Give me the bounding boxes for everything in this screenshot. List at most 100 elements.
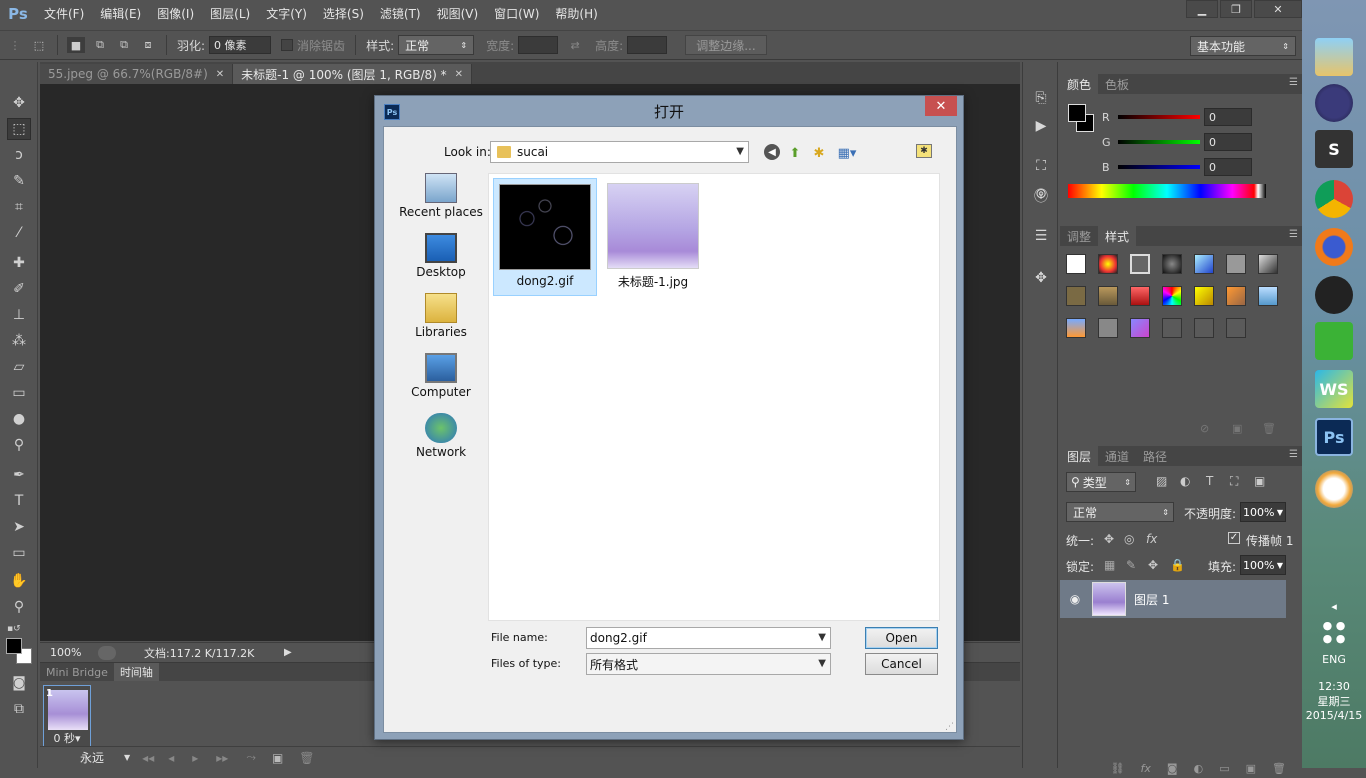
close-button[interactable]: ✕ (1254, 0, 1302, 18)
delete-frame-icon[interactable]: 🗑 (299, 751, 314, 765)
red-value[interactable]: 0 (1204, 108, 1252, 126)
brushes-icon[interactable]: ✥ (1030, 268, 1052, 288)
dialog-titlebar[interactable]: Ps 打开 ✕ (375, 96, 963, 126)
play-icon[interactable]: ▸ (192, 751, 198, 765)
menu-select[interactable]: 选择(S) (315, 0, 372, 28)
add-mask-icon[interactable]: ◙ (1167, 762, 1178, 775)
clock-weekday[interactable]: 星期三 (1302, 693, 1366, 709)
filter-smart-icon[interactable]: ▣ (1254, 474, 1265, 488)
adjustment-layer-icon[interactable]: ◐ (1194, 762, 1204, 775)
style-swatch[interactable] (1194, 318, 1214, 338)
delete-style-icon[interactable]: 🗑 (1262, 422, 1276, 435)
clock-date[interactable]: 2015/4/15 (1302, 709, 1366, 722)
tab-color[interactable]: 颜色 (1060, 74, 1099, 94)
language-indicator[interactable]: ENG (1302, 653, 1366, 666)
red-slider[interactable] (1118, 115, 1200, 119)
menu-window[interactable]: 窗口(W) (486, 0, 547, 28)
place-computer[interactable]: Computer (398, 353, 484, 399)
eraser-tool-icon[interactable]: ▱ (7, 356, 31, 378)
delete-layer-icon[interactable]: 🗑 (1272, 762, 1286, 775)
status-icon[interactable] (98, 645, 116, 660)
menu-help[interactable]: 帮助(H) (547, 0, 605, 28)
green-value[interactable]: 0 (1204, 133, 1252, 151)
style-swatch[interactable] (1194, 286, 1214, 306)
tab-layers[interactable]: 图层 (1060, 446, 1099, 466)
layer-style-icon[interactable]: fx (1141, 762, 1151, 775)
first-frame-icon[interactable]: ◂◂ (142, 751, 154, 765)
status-arrow-icon[interactable]: ▶ (284, 647, 292, 658)
style-swatch[interactable] (1258, 254, 1278, 274)
style-swatch[interactable] (1194, 254, 1214, 274)
menu-image[interactable]: 图像(I) (149, 0, 202, 28)
file-name-input[interactable]: dong2.gif ▼ (586, 627, 831, 649)
feather-input[interactable]: 0 像素 (209, 36, 272, 54)
style-swatch[interactable] (1066, 318, 1086, 338)
file-list[interactable]: dong2.gif 未标题-1.jpg (488, 173, 940, 621)
link-layers-icon[interactable]: ⛓ (1111, 762, 1125, 775)
lock-position-icon[interactable]: ✥ (1148, 558, 1158, 572)
zoom-tool-icon[interactable]: ⚲ (7, 596, 31, 618)
close-icon[interactable]: ✕ (216, 69, 224, 80)
file-item[interactable]: 未标题-1.jpg (601, 178, 705, 296)
prev-frame-icon[interactable]: ◂ (168, 751, 174, 765)
foreground-color-swatch[interactable] (6, 638, 22, 654)
lock-all-icon[interactable]: 🔒 (1170, 558, 1185, 572)
blue-value[interactable]: 0 (1204, 158, 1252, 176)
tool-presets-icon[interactable]: ⛶ (1030, 156, 1052, 176)
layer-filter-select[interactable]: ⚲ 类型 ⇕ (1066, 472, 1136, 492)
menu-file[interactable]: 文件(F) (36, 0, 92, 28)
quick-select-tool-icon[interactable]: ✎ (7, 170, 31, 192)
style-swatch[interactable] (1130, 286, 1150, 306)
opacity-input[interactable]: 100% ▼ (1240, 502, 1286, 522)
shape-tool-icon[interactable]: ▭ (7, 542, 31, 564)
qq-icon[interactable] (1315, 276, 1353, 314)
lasso-tool-icon[interactable]: ↄ (7, 144, 31, 166)
unify-style-icon[interactable]: fx (1146, 532, 1157, 546)
cancel-button[interactable]: Cancel (865, 653, 938, 675)
antialias-checkbox[interactable] (281, 39, 294, 51)
actions-play-icon[interactable]: ▶ (1030, 116, 1052, 136)
new-folder-icon[interactable]: ✱ (810, 144, 828, 162)
swap-icon[interactable]: ⇄ (566, 37, 584, 53)
marquee-preset-icon[interactable]: ⬚ (30, 37, 48, 53)
subtract-selection-icon[interactable]: ⧉ (115, 37, 133, 53)
place-desktop[interactable]: Desktop (398, 233, 484, 279)
minimize-button[interactable]: ▁ (1186, 0, 1218, 18)
doc-tab-untitled[interactable]: 未标题-1 @ 100% (图层 1, RGB/8) * ✕ (233, 64, 473, 84)
tween-icon[interactable]: ⤳ (246, 750, 256, 765)
fill-input[interactable]: 100% ▼ (1240, 555, 1286, 575)
blur-tool-icon[interactable]: ● (7, 408, 31, 430)
up-folder-icon[interactable]: ⬆ (786, 144, 804, 162)
panel-menu-icon[interactable]: ☰ (1289, 77, 1298, 88)
folder-shortcut-icon[interactable]: ✱ (916, 144, 932, 158)
new-style-icon[interactable]: ▣ (1232, 422, 1242, 435)
style-select[interactable]: 正常 ⇕ (398, 35, 475, 55)
quick-mask-icon[interactable]: ◙ (7, 672, 31, 694)
style-swatch[interactable] (1098, 318, 1118, 338)
history-icon[interactable]: ⎘ (1030, 88, 1052, 108)
style-swatch[interactable] (1258, 286, 1278, 306)
style-swatch[interactable] (1226, 286, 1246, 306)
place-libraries[interactable]: Libraries (398, 293, 484, 339)
marquee-tool-icon[interactable]: ⬚ (7, 118, 31, 140)
view-menu-icon[interactable]: ▦▾ (834, 144, 860, 162)
back-icon[interactable]: ◀ (764, 144, 780, 160)
tab-channels[interactable]: 通道 (1098, 446, 1136, 466)
frame-delay[interactable]: 0 秒▾ (44, 730, 90, 746)
tab-paths[interactable]: 路径 (1136, 446, 1174, 466)
layer-name[interactable]: 图层 1 (1134, 591, 1169, 608)
filter-type-icon[interactable]: T (1206, 474, 1213, 488)
place-recent[interactable]: Recent places (398, 173, 484, 219)
unify-visibility-icon[interactable]: ◎ (1124, 532, 1134, 546)
clone-stamp-tool-icon[interactable]: ⊥ (7, 304, 31, 326)
chevron-up-icon[interactable]: ◂ (1302, 600, 1366, 613)
refine-edge-button[interactable]: 调整边缘... (685, 35, 767, 55)
photoshop-taskbar-icon[interactable]: Ps (1315, 418, 1353, 456)
clear-style-icon[interactable]: ⊘ (1200, 422, 1209, 435)
menu-edit[interactable]: 编辑(E) (92, 0, 149, 28)
menu-view[interactable]: 视图(V) (429, 0, 487, 28)
resize-grip-icon[interactable]: ⋰ (945, 722, 954, 732)
firefox-icon[interactable] (1315, 228, 1353, 266)
lock-transparent-icon[interactable]: ▦ (1104, 558, 1115, 572)
file-item[interactable]: dong2.gif (493, 178, 597, 296)
